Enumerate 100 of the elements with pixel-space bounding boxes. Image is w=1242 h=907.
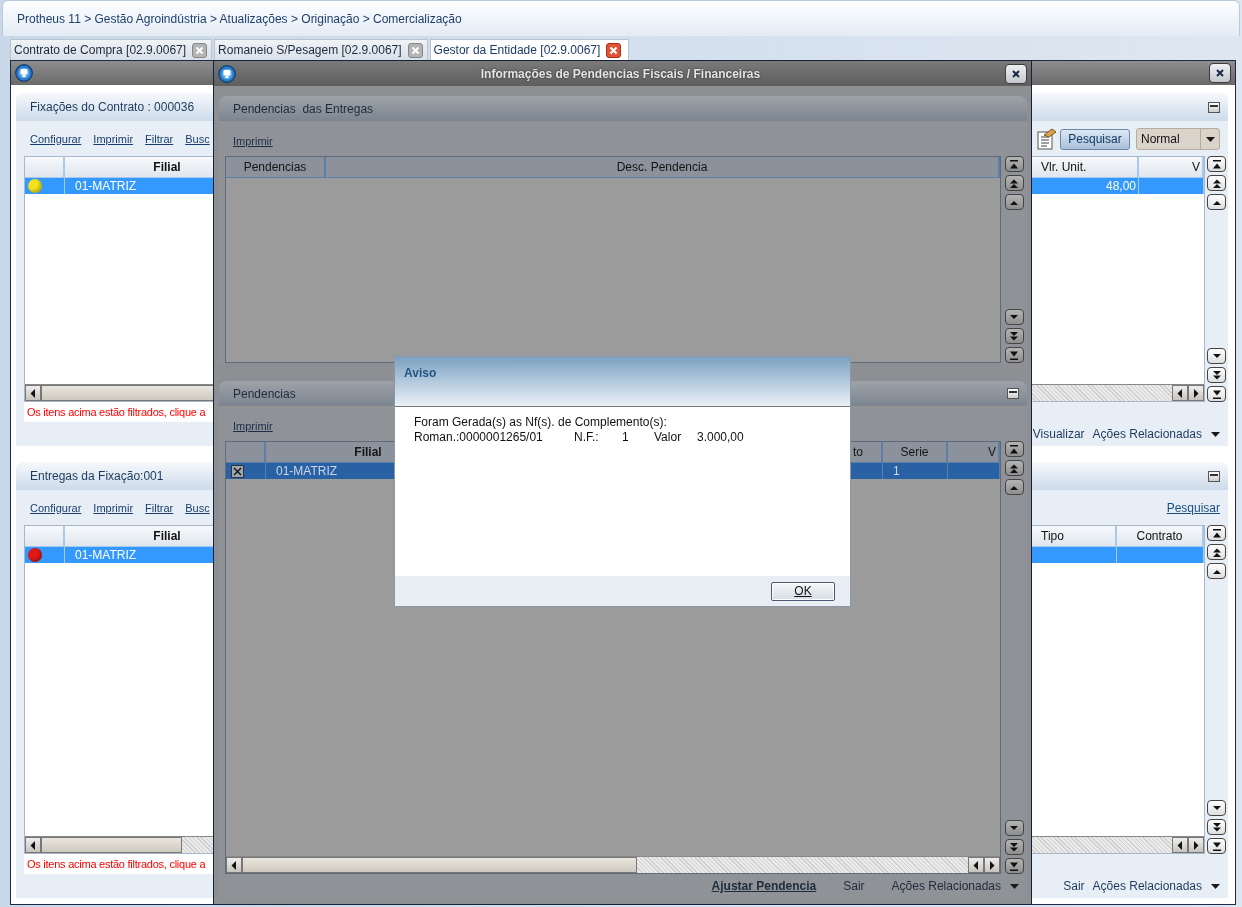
page-up-button[interactable] — [1004, 460, 1024, 476]
search-button[interactable]: Pesquisar — [1060, 128, 1130, 150]
close-button[interactable] — [1005, 63, 1027, 84]
scroll-bottom-button[interactable] — [1207, 386, 1226, 402]
menu-link[interactable]: Ações Relacionadas — [891, 879, 1019, 893]
scroll-right-button[interactable] — [984, 857, 1000, 873]
page-up-button[interactable] — [1207, 544, 1226, 560]
scroll-top-button[interactable] — [1004, 441, 1024, 457]
tab-close-button[interactable] — [606, 42, 622, 58]
tab[interactable]: Gestor da Entidade [02.9.0067] — [429, 39, 630, 60]
minimize-button[interactable] — [1007, 388, 1019, 399]
scroll-left-button[interactable] — [1172, 385, 1188, 401]
scroll-left-button[interactable] — [25, 837, 41, 853]
toolbar-link[interactable]: Configurar — [30, 502, 82, 514]
scroll-thumb[interactable] — [41, 385, 216, 401]
scroll-up-button[interactable] — [1004, 194, 1024, 210]
scroll-left-button[interactable] — [968, 857, 984, 873]
tab-close-button[interactable] — [407, 42, 423, 58]
arrow-right-icon — [1192, 388, 1200, 398]
menu-link[interactable]: Ações Relacionadas — [1092, 427, 1220, 441]
scroll-down-button[interactable] — [1004, 309, 1024, 325]
scroll-bottom-button[interactable] — [1004, 347, 1024, 363]
scroll-bottom-button[interactable] — [1207, 838, 1226, 854]
notepad-button[interactable] — [1035, 128, 1057, 150]
scroll-top-button[interactable] — [1004, 156, 1024, 172]
page-down-icon — [1211, 370, 1222, 380]
scroll-right-button[interactable] — [1188, 837, 1204, 853]
scroll-top-button[interactable] — [1207, 156, 1226, 172]
table-cell: 1 — [883, 463, 948, 479]
scroll-down-button[interactable] — [1004, 820, 1024, 836]
scroll-bottom-button[interactable] — [1004, 858, 1024, 874]
scroll-right-button[interactable] — [1188, 385, 1204, 401]
page-up-icon — [1211, 178, 1222, 188]
action-link[interactable]: Sair — [843, 879, 865, 893]
horizontal-scrollbar[interactable] — [226, 856, 1000, 873]
scroll-up-button[interactable] — [1004, 479, 1024, 495]
panel-title: Pendencias — [233, 386, 296, 401]
checkbox[interactable] — [231, 464, 244, 478]
page-up-button[interactable] — [1207, 175, 1226, 191]
toolbar-link[interactable]: Filtrar — [145, 502, 174, 514]
page-up-button[interactable] — [1004, 175, 1024, 191]
scroll-left-button[interactable] — [25, 385, 41, 401]
close-icon — [410, 45, 420, 55]
minimize-button[interactable] — [1208, 470, 1220, 482]
detail-text: Valor — [654, 430, 683, 445]
scroll-thumb[interactable] — [242, 857, 637, 873]
toolbar-link[interactable]: Busc — [185, 502, 210, 514]
scroll-up-button[interactable] — [1207, 563, 1226, 579]
toolbar-link[interactable]: Imprimir — [93, 502, 134, 514]
toolbar-link[interactable]: Filtrar — [145, 133, 174, 145]
tab-close-button[interactable] — [192, 42, 208, 58]
arrow-left-icon — [29, 840, 37, 850]
scroll-up-button[interactable] — [1207, 194, 1226, 210]
view-select[interactable]: Normal — [1136, 128, 1220, 150]
search-link[interactable]: Pesquisar — [1166, 501, 1220, 515]
page-down-button[interactable] — [1207, 819, 1226, 835]
action-link[interactable]: Sair — [1063, 879, 1085, 893]
column-header[interactable]: Desc. Pendencia — [326, 157, 1000, 177]
scroll-down-button[interactable] — [1207, 800, 1226, 816]
caret-icon — [1211, 431, 1220, 437]
scroll-down-icon — [1009, 823, 1019, 833]
caret-icon — [1211, 883, 1220, 889]
arrow-right-icon — [988, 860, 996, 870]
page-down-button[interactable] — [1207, 367, 1226, 383]
minimize-button[interactable] — [1208, 101, 1220, 113]
toolbar-link[interactable]: Imprimir — [233, 420, 273, 432]
scroll-left-button[interactable] — [1172, 837, 1188, 853]
action-link[interactable]: Visualizar — [1032, 427, 1085, 441]
ok-button[interactable]: OK — [771, 581, 835, 601]
page-down-button[interactable] — [1004, 839, 1024, 855]
action-link[interactable]: Ajustar Pendencia — [711, 879, 817, 893]
page-down-icon — [1009, 331, 1019, 341]
detail-text: 3.000,00 — [697, 430, 745, 445]
toolbar-link[interactable]: Imprimir — [233, 135, 273, 147]
close-icon — [1012, 69, 1020, 78]
menu-link[interactable]: Ações Relacionadas — [1092, 879, 1220, 893]
arrow-right-icon — [1192, 840, 1200, 850]
scroll-top-icon — [1009, 159, 1019, 169]
close-icon — [609, 45, 619, 55]
toolbar-link[interactable]: Imprimir — [93, 133, 134, 145]
page-down-button[interactable] — [1004, 328, 1024, 344]
scroll-bottom-icon — [1009, 861, 1019, 871]
scroll-down-button[interactable] — [1207, 348, 1226, 364]
close-icon — [1216, 69, 1224, 77]
toolbar-link[interactable]: Configurar — [30, 133, 82, 145]
caret-icon — [1010, 883, 1019, 889]
close-button[interactable] — [1209, 63, 1231, 83]
scroll-left-button[interactable] — [226, 857, 242, 873]
toolbar-link[interactable]: Busc — [185, 133, 210, 145]
arrow-left-icon — [1176, 840, 1184, 850]
scroll-top-button[interactable] — [1207, 525, 1226, 541]
arrow-left-icon — [230, 860, 238, 870]
scroll-top-icon — [1211, 159, 1222, 169]
scroll-down-icon — [1009, 312, 1019, 322]
scroll-down-icon — [1211, 803, 1222, 813]
scroll-thumb[interactable] — [41, 837, 182, 853]
tab[interactable]: Romaneio S/Pesagem [02.9.0067] — [214, 39, 428, 60]
column-header[interactable]: Pendencias — [226, 157, 326, 177]
detail-text: N.F.: — [574, 430, 600, 445]
tab[interactable]: Contrato de Compra [02.9.0067] — [10, 39, 213, 60]
